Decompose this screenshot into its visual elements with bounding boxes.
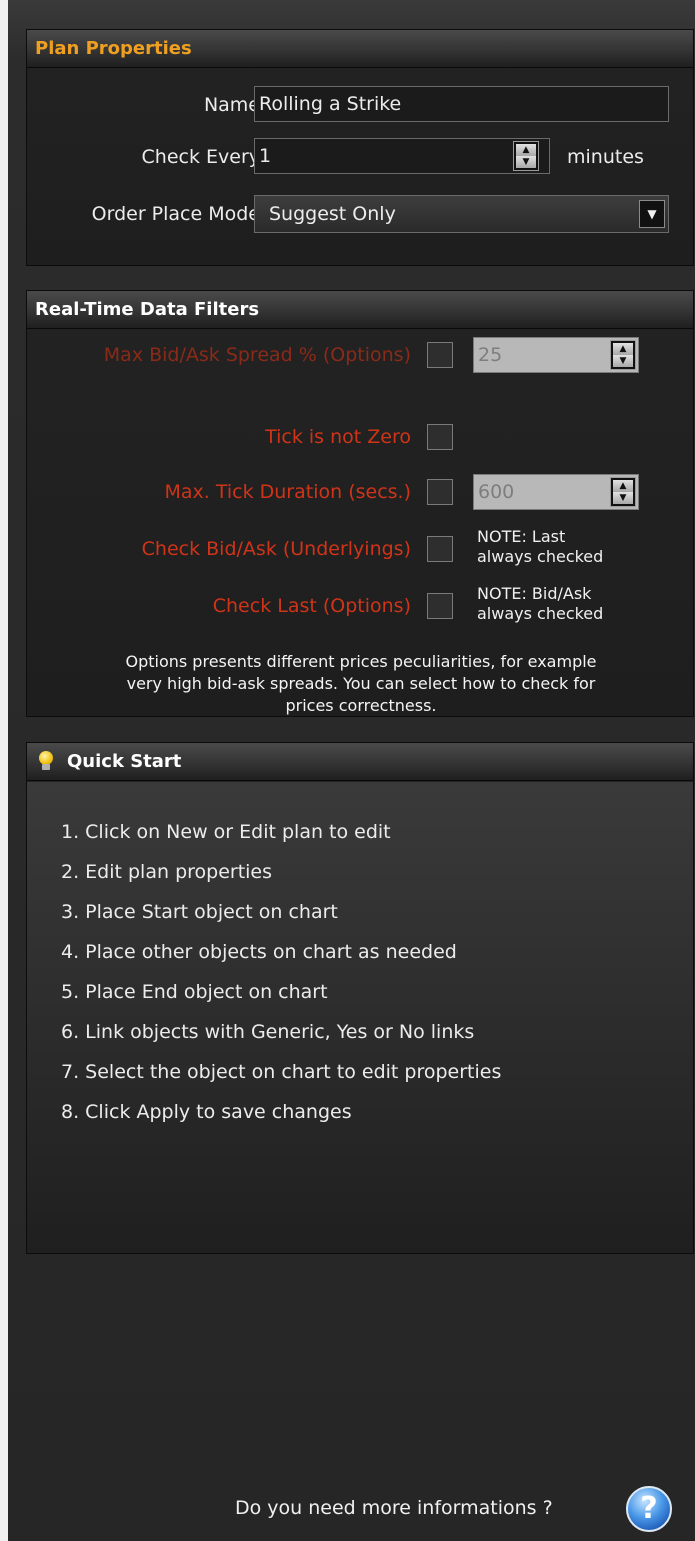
check-every-stepper[interactable]: ▲ ▼ bbox=[513, 141, 539, 171]
check-bid-ask-note-line2: always checked bbox=[477, 547, 604, 566]
filters-description: Options presents different prices peculi… bbox=[47, 651, 675, 717]
quick-start-header: Quick Start bbox=[27, 743, 693, 781]
stepper-down-icon[interactable]: ▼ bbox=[516, 156, 536, 168]
realtime-filters-title: Real-Time Data Filters bbox=[27, 291, 693, 329]
realtime-filters-panel: Real-Time Data Filters Max Bid/Ask Sprea… bbox=[26, 290, 694, 717]
check-last-note-line2: always checked bbox=[477, 604, 604, 623]
tick-not-zero-checkbox[interactable] bbox=[427, 424, 453, 450]
check-bid-ask-note: NOTE: Last always checked bbox=[477, 527, 647, 567]
check-last-note: NOTE: Bid/Ask always checked bbox=[477, 584, 647, 624]
properties-sidebar: Plan Properties Name Rolling a Strike Ch… bbox=[8, 0, 695, 1541]
filters-description-line1: Options presents different prices peculi… bbox=[125, 652, 597, 671]
name-input[interactable]: Rolling a Strike bbox=[254, 86, 669, 122]
check-every-value: 1 bbox=[259, 145, 272, 167]
quick-start-step: 7. Select the object on chart to edit pr… bbox=[61, 1061, 502, 1083]
order-mode-select[interactable]: Suggest Only ▼ bbox=[254, 195, 669, 233]
quick-start-step: 6. Link objects with Generic, Yes or No … bbox=[61, 1021, 475, 1043]
max-tick-duration-value: 600 bbox=[478, 481, 515, 503]
stepper-down-icon[interactable]: ▼ bbox=[613, 355, 633, 367]
max-tick-duration-label: Max. Tick Duration (secs.) bbox=[164, 481, 411, 503]
check-every-label: Check Every bbox=[141, 146, 260, 168]
help-text[interactable]: Do you need more informations ? bbox=[235, 1496, 553, 1520]
chevron-down-icon[interactable]: ▼ bbox=[639, 200, 665, 228]
check-every-input[interactable]: 1 bbox=[254, 138, 550, 174]
quick-start-step: 1. Click on New or Edit plan to edit bbox=[61, 821, 391, 843]
max-tick-duration-input[interactable]: 600 ▲ ▼ bbox=[473, 474, 639, 510]
check-last-label: Check Last (Options) bbox=[212, 595, 411, 617]
check-bid-ask-checkbox[interactable] bbox=[427, 536, 453, 562]
stepper-down-icon[interactable]: ▼ bbox=[613, 492, 633, 504]
quick-start-step: 3. Place Start object on chart bbox=[61, 901, 338, 923]
help-icon[interactable]: ? bbox=[626, 1486, 672, 1532]
quick-start-step: 5. Place End object on chart bbox=[61, 981, 328, 1003]
filters-description-line3: prices correctness. bbox=[285, 696, 437, 715]
lightbulb-icon bbox=[37, 750, 55, 773]
order-mode-value: Suggest Only bbox=[269, 203, 396, 225]
stepper-up-icon[interactable]: ▲ bbox=[516, 144, 536, 156]
check-every-row: Check Every 1 ▲ ▼ minutes bbox=[27, 138, 695, 176]
check-bid-ask-label: Check Bid/Ask (Underlyings) bbox=[141, 538, 411, 560]
max-tick-duration-stepper[interactable]: ▲ ▼ bbox=[610, 477, 636, 507]
order-mode-row: Order Place Mode Suggest Only ▼ bbox=[27, 195, 695, 233]
quick-start-step: 4. Place other objects on chart as neede… bbox=[61, 941, 457, 963]
quick-start-step: 8. Click Apply to save changes bbox=[61, 1101, 352, 1123]
check-bid-ask-note-line1: NOTE: Last bbox=[477, 527, 566, 546]
quick-start-steps: 1. Click on New or Edit plan to edit 2. … bbox=[61, 812, 501, 1132]
check-last-checkbox[interactable] bbox=[427, 593, 453, 619]
max-spread-stepper[interactable]: ▲ ▼ bbox=[610, 340, 636, 370]
max-tick-duration-checkbox[interactable] bbox=[427, 479, 453, 505]
left-window-edge bbox=[0, 0, 8, 1541]
name-row: Name Rolling a Strike bbox=[27, 86, 695, 124]
check-last-note-line1: NOTE: Bid/Ask bbox=[477, 584, 592, 603]
check-every-unit: minutes bbox=[567, 146, 644, 168]
tick-not-zero-label: Tick is not Zero bbox=[265, 426, 411, 448]
name-label: Name bbox=[203, 94, 260, 116]
max-spread-value: 25 bbox=[478, 344, 503, 366]
max-spread-checkbox[interactable] bbox=[427, 342, 453, 368]
quick-start-step: 2. Edit plan properties bbox=[61, 861, 273, 883]
stepper-up-icon[interactable]: ▲ bbox=[613, 343, 633, 355]
quick-start-title: Quick Start bbox=[67, 751, 182, 772]
stepper-up-icon[interactable]: ▲ bbox=[613, 480, 633, 492]
filters-description-line2: very high bid-ask spreads. You can selec… bbox=[126, 674, 596, 693]
max-spread-input[interactable]: 25 ▲ ▼ bbox=[473, 337, 639, 373]
max-spread-label: Max Bid/Ask Spread % (Options) bbox=[103, 344, 411, 366]
quick-start-panel: Quick Start 1. Click on New or Edit plan… bbox=[26, 742, 694, 1254]
plan-properties-panel: Plan Properties Name Rolling a Strike Ch… bbox=[26, 29, 694, 266]
order-mode-label: Order Place Mode bbox=[91, 203, 260, 225]
plan-properties-title: Plan Properties bbox=[27, 30, 693, 68]
quick-start-body: 1. Click on New or Edit plan to edit 2. … bbox=[27, 782, 693, 1253]
